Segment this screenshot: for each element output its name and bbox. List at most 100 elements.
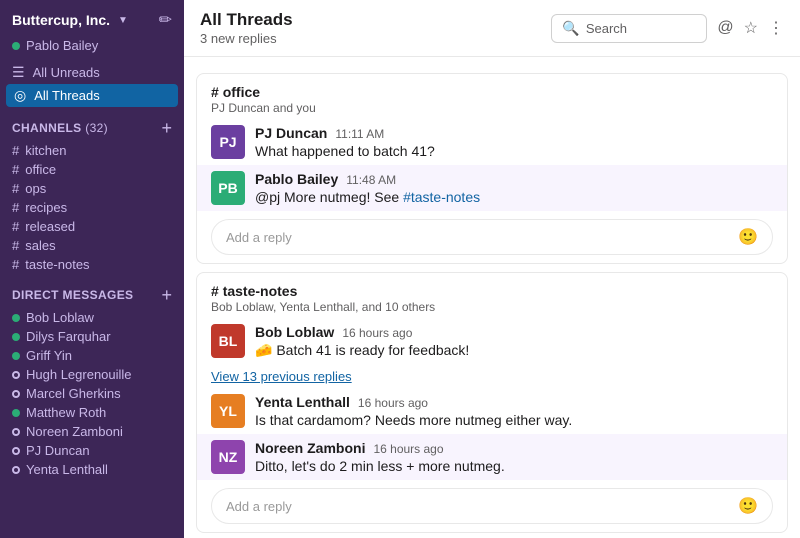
add-reply-placeholder: Add a reply [226, 230, 292, 245]
message-text: Ditto, let's do 2 min less + more nutmeg… [255, 458, 773, 474]
message-time: 16 hours ago [358, 396, 428, 410]
dm-griff-yin[interactable]: Griff Yin [0, 346, 184, 365]
dm-bob-loblaw[interactable]: Bob Loblaw [0, 308, 184, 327]
hash-icon: # [12, 219, 19, 234]
sidebar-item-all-threads[interactable]: ◎ All Threads [6, 84, 178, 107]
message-row: BL Bob Loblaw 16 hours ago 🧀 Batch 41 is… [197, 318, 787, 365]
at-icon[interactable]: @ [717, 19, 733, 37]
dm-yenta-lenthall[interactable]: Yenta Lenthall [0, 460, 184, 479]
add-channel-icon[interactable]: + [161, 119, 172, 137]
avatar: NZ [211, 440, 245, 474]
sidebar-item-recipes[interactable]: #recipes [0, 198, 184, 217]
workspace-name-area[interactable]: Buttercup, Inc. ▼ [12, 12, 128, 28]
sidebar-item-ops[interactable]: #ops [0, 179, 184, 198]
add-reply-row: Add a reply 🙂 [197, 480, 787, 532]
hash-icon: # [12, 257, 19, 272]
thread-group-header: # office PJ Duncan and you [197, 74, 787, 119]
search-label: Search [586, 21, 627, 36]
avatar: YL [211, 394, 245, 428]
message-text: @pj More nutmeg! See #taste-notes [255, 189, 773, 205]
main-panel: All Threads 3 new replies 🔍 Search @ ☆ ⋮… [184, 0, 800, 538]
sidebar-item-all-unreads[interactable]: ☰ All Unreads [0, 61, 184, 84]
dm-status-dot [12, 371, 20, 379]
message-content: Noreen Zamboni 16 hours ago Ditto, let's… [255, 440, 773, 474]
message-row: PJ PJ Duncan 11:11 AM What happened to b… [197, 119, 787, 165]
hash-icon: # [12, 238, 19, 253]
view-replies-link[interactable]: View 13 previous replies [197, 365, 787, 388]
add-reply-row: Add a reply 🙂 [197, 211, 787, 263]
message-author: Yenta Lenthall [255, 394, 350, 410]
hash-icon: # [12, 200, 19, 215]
add-reply-input[interactable]: Add a reply 🙂 [211, 219, 773, 255]
sidebar-item-label: All Unreads [33, 65, 100, 80]
hash-icon: # [12, 181, 19, 196]
message-text: 🧀 Batch 41 is ready for feedback! [255, 342, 773, 359]
message-header: Yenta Lenthall 16 hours ago [255, 394, 773, 410]
dm-marcel-gherkins[interactable]: Marcel Gherkins [0, 384, 184, 403]
hash-icon: # [12, 143, 19, 158]
hash-icon: # [211, 84, 223, 100]
taste-notes-link[interactable]: #taste-notes [403, 189, 480, 205]
dm-noreen-zamboni[interactable]: Noreen Zamboni [0, 422, 184, 441]
dm-status-dot [12, 447, 20, 455]
message-header: PJ Duncan 11:11 AM [255, 125, 773, 141]
current-user: Pablo Bailey [0, 38, 184, 61]
message-author: PJ Duncan [255, 125, 327, 141]
dm-status-dot [12, 409, 20, 417]
thread-channel-name[interactable]: # taste-notes [211, 283, 773, 299]
search-box[interactable]: 🔍 Search [551, 14, 707, 43]
dm-matthew-roth[interactable]: Matthew Roth [0, 403, 184, 422]
thread-participants: Bob Loblaw, Yenta Lenthall, and 10 other… [211, 300, 773, 314]
message-content: Yenta Lenthall 16 hours ago Is that card… [255, 394, 773, 428]
search-icon: 🔍 [562, 20, 579, 37]
avatar: PB [211, 171, 245, 205]
sidebar-item-released[interactable]: #released [0, 217, 184, 236]
more-icon[interactable]: ⋮ [768, 18, 784, 38]
star-icon[interactable]: ☆ [744, 18, 758, 38]
thread-group-taste-notes: # taste-notes Bob Loblaw, Yenta Lenthall… [196, 272, 788, 533]
dm-status-dot [12, 314, 20, 322]
add-reply-input[interactable]: Add a reply 🙂 [211, 488, 773, 524]
avatar: BL [211, 324, 245, 358]
message-time: 11:48 AM [346, 173, 396, 187]
message-author: Bob Loblaw [255, 324, 334, 340]
dm-pj-duncan[interactable]: PJ Duncan [0, 441, 184, 460]
sidebar-item-office[interactable]: #office [0, 160, 184, 179]
add-reply-placeholder: Add a reply [226, 499, 292, 514]
thread-participants: PJ Duncan and you [211, 101, 773, 115]
compose-icon[interactable]: ✏ [159, 10, 172, 30]
sidebar: Buttercup, Inc. ▼ ✏ Pablo Bailey ☰ All U… [0, 0, 184, 538]
emoji-icon[interactable]: 🙂 [738, 496, 758, 516]
sidebar-item-sales[interactable]: #sales [0, 236, 184, 255]
hash-icon: # [211, 283, 223, 299]
dm-hugh-legrenouille[interactable]: Hugh Legrenouille [0, 365, 184, 384]
message-content: PJ Duncan 11:11 AM What happened to batc… [255, 125, 773, 159]
message-header: Pablo Bailey 11:48 AM [255, 171, 773, 187]
threads-content: # office PJ Duncan and you PJ PJ Duncan … [184, 57, 800, 538]
workspace-caret-icon: ▼ [118, 15, 128, 26]
dm-status-dot [12, 352, 20, 360]
thread-channel-name[interactable]: # office [211, 84, 773, 100]
emoji-icon[interactable]: 🙂 [738, 227, 758, 247]
add-dm-icon[interactable]: + [161, 286, 172, 304]
channels-section-header: CHANNELS (32) + [0, 107, 184, 141]
message-text: Is that cardamom? Needs more nutmeg eith… [255, 412, 773, 428]
sidebar-item-taste-notes[interactable]: #taste-notes [0, 255, 184, 274]
page-subtitle: 3 new replies [200, 31, 293, 46]
dm-status-dot [12, 428, 20, 436]
user-name: Pablo Bailey [26, 38, 98, 53]
message-time: 16 hours ago [342, 326, 412, 340]
avatar: PJ [211, 125, 245, 159]
message-time: 11:11 AM [335, 127, 384, 141]
dm-dilys-farquhar[interactable]: Dilys Farquhar [0, 327, 184, 346]
message-author: Pablo Bailey [255, 171, 338, 187]
message-content: Pablo Bailey 11:48 AM @pj More nutmeg! S… [255, 171, 773, 205]
dm-status-dot [12, 466, 20, 474]
dm-label: DIRECT MESSAGES [12, 288, 133, 302]
dm-status-dot [12, 390, 20, 398]
message-time: 16 hours ago [373, 442, 443, 456]
page-title: All Threads [200, 10, 293, 30]
message-row: YL Yenta Lenthall 16 hours ago Is that c… [197, 388, 787, 434]
sidebar-item-label: All Threads [34, 88, 100, 103]
sidebar-item-kitchen[interactable]: #kitchen [0, 141, 184, 160]
